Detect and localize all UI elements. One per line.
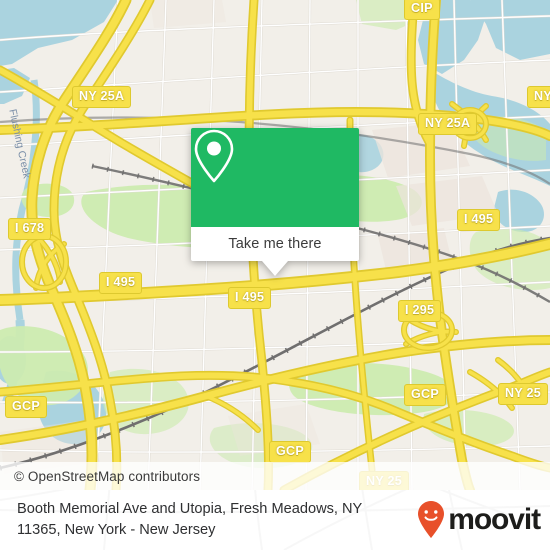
moovit-smiley-pin-icon (418, 501, 445, 538)
station-info-footer: Booth Memorial Ave and Utopia, Fresh Mea… (0, 490, 550, 550)
address-line-1: Booth Memorial Ave and Utopia, Fresh Mea… (17, 501, 363, 517)
popup-tail (262, 261, 288, 276)
map-shield: NY 25 (498, 383, 549, 405)
moovit-logo[interactable]: moovit (416, 500, 541, 540)
moovit-wordmark: moovit (448, 503, 541, 536)
map-pin-icon (194, 129, 234, 183)
popup-action-bar[interactable]: Take me there (191, 227, 359, 261)
osm-attribution-text[interactable]: © OpenStreetMap contributors (0, 469, 200, 484)
map-shield: NY (527, 86, 550, 108)
map-canvas[interactable]: Flushing Creek NY 25A CIP NY 25A NY I 67… (0, 0, 550, 490)
map-shield: CIP (404, 0, 440, 20)
map-shield: GCP (269, 441, 311, 463)
map-shield: NY 25A (418, 113, 478, 135)
map-shield: GCP (404, 384, 446, 406)
take-me-there-label: Take me there (228, 236, 322, 252)
station-address: Booth Memorial Ave and Utopia, Fresh Mea… (17, 499, 362, 541)
moovit-station-page: Flushing Creek NY 25A CIP NY 25A NY I 67… (0, 0, 550, 550)
map-attribution-bar: © OpenStreetMap contributors (0, 462, 550, 490)
map-shield: I 495 (99, 272, 143, 294)
popup-header (191, 128, 359, 227)
address-line-2: 11365, New York - New Jersey (17, 522, 216, 538)
map-shield: I 495 (457, 209, 501, 231)
map-shield: I 295 (398, 300, 442, 322)
map-shield: GCP (5, 396, 47, 418)
map-shield: I 678 (8, 218, 52, 240)
take-me-there-popup[interactable]: Take me there (191, 128, 359, 276)
map-shield: I 495 (228, 287, 272, 309)
map-shield: NY 25A (72, 86, 132, 108)
